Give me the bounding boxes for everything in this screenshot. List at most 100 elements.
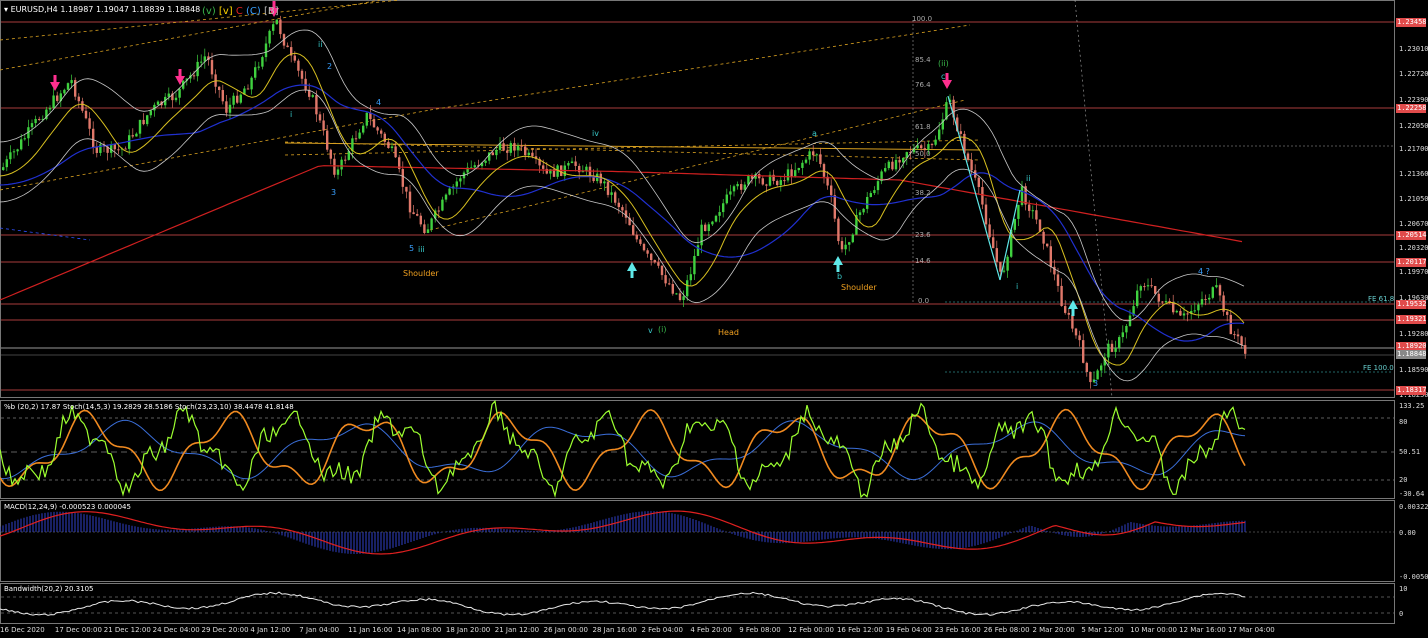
price-tick: 1.21700 — [1399, 145, 1428, 153]
fib-label: 100.0 — [912, 15, 933, 23]
candle-body — [218, 86, 221, 91]
time-label: 9 Feb 08:00 — [739, 626, 781, 634]
candle-body — [1064, 306, 1067, 313]
candle-body — [1236, 334, 1240, 337]
candle-body — [509, 143, 512, 153]
candle-body — [1172, 302, 1175, 313]
candle-body — [887, 161, 890, 169]
candle-body — [362, 125, 365, 133]
symbol-info: ▾ EURUSD,H4 1.18987 1.19047 1.18839 1.18… — [4, 5, 200, 14]
candle-body — [221, 90, 224, 102]
time-label: 29 Dec 20:00 — [201, 626, 249, 634]
candle-body — [138, 119, 142, 134]
candle-body — [1179, 310, 1182, 316]
fib-label: 61.8 — [915, 123, 931, 131]
candle-body — [992, 237, 995, 249]
candle-body — [484, 160, 487, 163]
chart-window[interactable]: ▾ EURUSD,H4 1.18987 1.19047 1.18839 1.18… — [0, 0, 1428, 638]
bandwidth-line — [0, 591, 1246, 616]
candle-body — [81, 101, 84, 111]
time-label: 12 Feb 00:00 — [788, 626, 835, 634]
price-tag: 1.22258 — [1396, 104, 1427, 113]
dropdown-icon[interactable]: ▾ — [4, 5, 8, 14]
candle-body — [66, 83, 70, 90]
price-tick: 1.22390 — [1399, 96, 1428, 104]
candle-body — [1089, 371, 1092, 383]
time-label: 26 Feb 08:00 — [983, 626, 1030, 634]
candle-body — [862, 208, 865, 213]
wave-label: iv — [592, 129, 599, 138]
candle-body — [246, 88, 250, 90]
candle-body — [1136, 290, 1139, 307]
candle-body — [322, 120, 325, 131]
candle-body — [894, 159, 898, 170]
price-tick: 1.19280 — [1399, 330, 1428, 338]
candle-body — [423, 224, 426, 233]
candle-body — [804, 159, 808, 163]
candle-body — [1146, 285, 1150, 287]
candle-body — [988, 224, 991, 238]
candle-body — [257, 66, 260, 68]
candle-body — [819, 154, 822, 165]
candle-body — [1204, 299, 1207, 301]
candle-body — [884, 168, 887, 172]
candle-body — [38, 118, 41, 120]
fe-label: FE 100.0 — [1363, 364, 1394, 372]
wave-label: i — [290, 110, 293, 119]
wave-label-b-bracket: [B] — [264, 6, 279, 17]
candle-body — [668, 283, 671, 285]
candle-body — [444, 194, 448, 200]
main-panel-frame — [0, 0, 1395, 398]
candle-body — [632, 225, 635, 235]
candle-body — [567, 163, 570, 166]
candle-body — [210, 60, 214, 75]
price-tick: 1.21050 — [1399, 195, 1428, 203]
macd-panel-frame — [0, 500, 1395, 582]
wave-line — [947, 95, 1001, 281]
candle-body — [837, 218, 840, 242]
wave-label: 2 — [327, 62, 333, 71]
channel-line — [429, 24, 971, 111]
candle-body — [1139, 286, 1142, 291]
candle-body — [365, 112, 368, 126]
candle-body — [520, 145, 523, 147]
candle-body — [5, 159, 8, 168]
candle-body — [9, 152, 12, 160]
price-chart[interactable] — [0, 0, 1428, 638]
time-label: 2 Feb 04:00 — [641, 626, 683, 634]
wave-label: 3 — [1093, 379, 1099, 388]
candle-body — [617, 202, 620, 208]
fib-label: 85.4 — [915, 56, 931, 64]
pattern-label-head: Head — [718, 328, 739, 337]
candle-body — [1110, 343, 1114, 352]
candle-body — [1218, 285, 1222, 296]
candle-body — [610, 192, 613, 195]
candle-body — [354, 138, 358, 140]
candle-body — [1229, 314, 1232, 335]
current-price-tag: 1.18848 — [1396, 350, 1427, 359]
candle-body — [729, 191, 732, 195]
fib-label: 50.0 — [915, 150, 931, 158]
fe-label: FE 61.8 — [1368, 295, 1395, 303]
price-tag: 1.20514 — [1396, 231, 1427, 240]
price-tick: 1.20320 — [1399, 244, 1428, 252]
candle-body — [236, 95, 239, 103]
candle-body — [1042, 231, 1045, 244]
candle-body — [16, 149, 19, 152]
candle-body — [1175, 310, 1178, 313]
candle-body — [1244, 345, 1247, 354]
candle-body — [797, 167, 800, 171]
candle-body — [527, 152, 530, 156]
candle-body — [473, 165, 476, 168]
candle-body — [808, 151, 811, 160]
candle-body — [657, 262, 660, 266]
candle-body — [1197, 304, 1200, 311]
candle-body — [840, 241, 844, 250]
candle-body — [977, 177, 980, 188]
candle-body — [304, 78, 307, 90]
candle-body — [1038, 219, 1042, 232]
candle-body — [459, 178, 462, 182]
candle-body — [1071, 314, 1074, 329]
price-tick: 1.19970 — [1399, 268, 1428, 276]
candle-body — [401, 169, 404, 187]
